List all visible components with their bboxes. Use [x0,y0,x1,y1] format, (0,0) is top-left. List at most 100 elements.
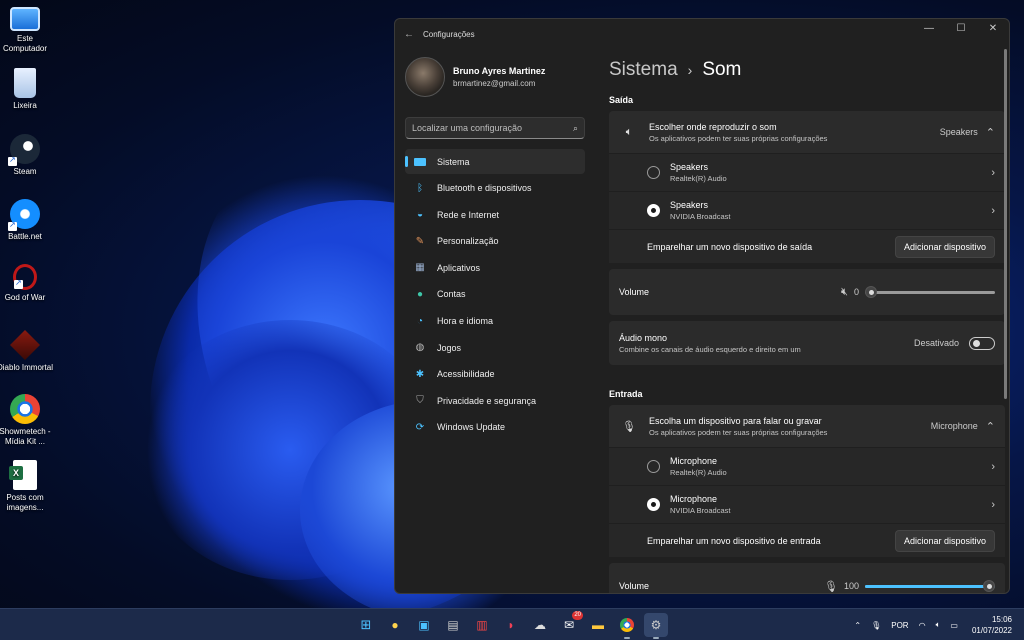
device-driver: NVIDIA Broadcast [670,212,731,221]
chevron-up-icon[interactable]: ⌃ [854,621,861,630]
volume-tray-icon[interactable]: 🔈︎ [936,620,941,630]
desktop-icon-chrome-shortcut[interactable]: Showmetech - Mídia Kit ... [0,394,55,447]
sidebar-item-acessibilidade[interactable]: ✱ Acessibilidade [405,362,585,387]
sidebar-item-bluetooth[interactable]: ᛒ Bluetooth e dispositivos [405,176,585,201]
desktop-icon-recycle-bin[interactable]: Lixeira [0,68,55,111]
apps-icon: ▦ [415,262,425,274]
breadcrumb-parent[interactable]: Sistema [609,59,678,81]
device-name: Microphone [670,456,718,466]
speaker-icon: 🔈︎ [625,125,633,138]
input-device-radio[interactable] [647,460,660,473]
sidebar-item-contas[interactable]: ● Contas [405,282,585,307]
sidebar-item-label: Bluetooth e dispositivos [437,183,532,194]
taskbar-pocket[interactable]: ◗ [499,613,523,637]
chevron-right-icon[interactable]: › [991,167,995,179]
section-heading-input: Entrada [609,389,643,399]
search-input[interactable] [412,123,573,133]
user-profile[interactable]: Bruno Ayres Martinez brmartinez@gmail.co… [395,49,595,105]
language-indicator[interactable]: POR [891,621,908,630]
breadcrumb: Sistema › Som [609,59,1005,81]
speaker-muted-icon[interactable]: 🔇︎ [841,286,848,299]
taskbar-store[interactable]: ▣ [412,613,436,637]
chevron-up-icon[interactable]: ⌃ [986,126,995,139]
start-button[interactable]: ⊞ [354,613,378,637]
desktop-icon-god-of-war[interactable]: God of War [0,264,55,303]
main-content: Sistema › Som Saída 🔈︎ Escolher onde rep… [609,49,1005,593]
input-choose-row[interactable]: 🎙︎ Escolha um dispositivo para falar ou … [609,405,1005,447]
input-device-row[interactable]: Microphone NVIDIA Broadcast › [609,485,1005,523]
close-button[interactable]: ✕ [977,19,1009,37]
sidebar-item-rede[interactable]: ◒ Rede e Internet [405,202,585,227]
microphone-tray-icon[interactable]: 🎙︎ [871,621,881,630]
taskbar-mail[interactable]: ✉ 20 [557,611,583,637]
sidebar-item-windows-update[interactable]: ⟳ Windows Update [405,415,585,440]
globe-clock-icon: ◔ [416,315,424,327]
output-selected-value: Speakers [939,127,978,137]
input-device-row[interactable]: Microphone Realtek(R) Audio › [609,447,1005,485]
slider-thumb[interactable] [865,285,877,298]
sidebar-item-label: Rede e Internet [437,209,500,220]
mono-audio-toggle[interactable] [969,336,995,350]
output-device-radio[interactable] [647,166,660,179]
taskbar-tips[interactable]: ● [383,613,407,637]
sidebar-item-sistema[interactable]: Sistema [405,149,585,174]
mail-app-icon: ✉ [563,618,575,632]
desktop-icon-diablo[interactable]: Diablo Immortal [0,330,55,373]
taskbar-file-explorer[interactable]: ▬ [586,613,610,637]
desktop-icon-excel-file[interactable]: X Posts com imagens... [0,460,55,513]
chevron-right-icon[interactable]: › [991,461,995,473]
device-name: Speakers [670,162,709,172]
clock[interactable]: 15:06 01/07/2022 [972,614,1012,636]
chevron-right-icon[interactable]: › [991,499,995,511]
chevron-up-icon[interactable]: ⌃ [986,420,995,433]
desktop-icon-steam[interactable]: Steam [0,134,55,177]
sidebar-item-personalizacao[interactable]: ✎ Personalização [405,229,585,254]
input-choose-subtitle: Os aplicativos podem ter suas próprias c… [649,427,828,437]
shield-icon: ⛉ [416,395,424,407]
desktop-icon-label: Showmetech - Mídia Kit ... [0,427,51,446]
add-output-device-button[interactable]: Adicionar dispositivo [894,235,995,258]
bluetooth-icon: ᛒ [417,182,423,194]
desktop-icon-this-pc[interactable]: Este Computador [0,4,55,54]
sidebar-item-privacidade[interactable]: ⛉ Privacidade e segurança [405,388,585,413]
device-driver: Realtek(R) Audio [670,174,727,183]
input-device-radio[interactable] [647,498,660,511]
wifi-tray-icon[interactable]: ◠ [919,621,926,630]
device-name: Speakers [670,200,709,210]
output-device-row[interactable]: Speakers NVIDIA Broadcast › [609,191,1005,229]
sidebar-item-label: Contas [437,289,466,300]
shortcut-arrow-icon [8,155,17,166]
input-volume-slider[interactable] [865,579,995,592]
sidebar-item-hora[interactable]: ◔ Hora e idioma [405,309,585,334]
output-device-radio[interactable] [647,204,660,217]
sidebar-item-label: Acessibilidade [437,369,495,380]
taskbar-calculator[interactable]: ▤ [441,613,465,637]
taskbar-app[interactable]: ▥ [470,613,494,637]
add-input-device-button[interactable]: Adicionar dispositivo [894,529,995,552]
content-scrollbar[interactable] [1004,49,1007,399]
output-volume-slider[interactable] [865,285,995,298]
window-title: Configurações [423,29,475,39]
output-device-row[interactable]: Speakers Realtek(R) Audio › [609,153,1005,191]
battery-icon[interactable]: ▭ [950,621,958,630]
slider-thumb[interactable] [983,579,995,592]
taskbar-chrome[interactable] [615,613,639,639]
microphone-icon[interactable]: 🎙︎ [824,580,838,593]
output-volume-label: Volume [619,287,650,297]
chevron-right-icon[interactable]: › [991,205,995,217]
sidebar-item-label: Windows Update [437,422,506,433]
taskbar-cloud[interactable]: ☁ [528,613,552,637]
system-tray: ⌃ 🎙︎ POR ◠ 🔈︎ ▭ 15:06 01/07/2022 [844,609,1012,640]
input-volume-label: Volume [619,581,650,591]
chrome-icon [620,618,634,632]
sidebar-item-aplicativos[interactable]: ▦ Aplicativos [405,255,585,280]
maximize-button[interactable]: ☐ [945,19,977,37]
output-choose-row[interactable]: 🔈︎ Escolher onde reproduzir o som Os apl… [609,111,1005,153]
desktop-icon-battlenet[interactable]: Battle.net [0,199,55,242]
search-icon[interactable]: ⌕ [573,123,578,134]
back-arrow-icon[interactable]: ← [395,29,423,40]
minimize-button[interactable]: — [913,19,945,37]
taskbar-settings[interactable]: ⚙ [644,613,668,639]
calculator-icon: ▤ [447,618,459,632]
sidebar-item-jogos[interactable]: ◍ Jogos [405,335,585,360]
